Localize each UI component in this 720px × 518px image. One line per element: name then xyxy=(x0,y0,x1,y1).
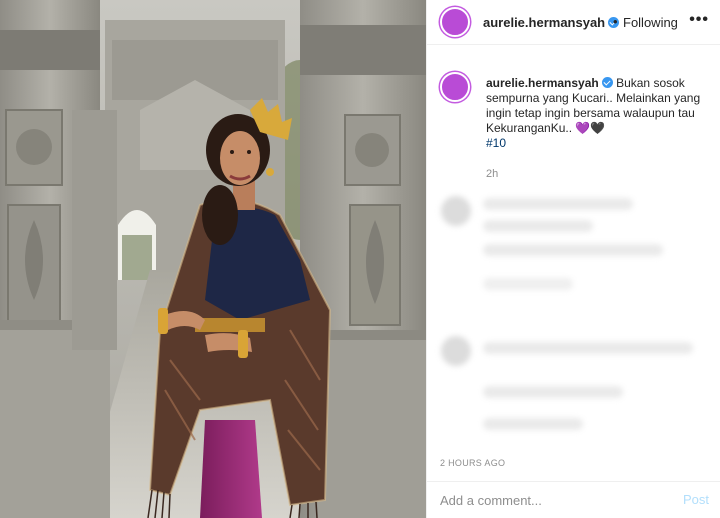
purple-heart-emoji: 💜 xyxy=(575,121,591,135)
blurred-line xyxy=(483,278,573,290)
blurred-line xyxy=(483,342,693,354)
post-image xyxy=(0,0,426,518)
blurred-line xyxy=(483,386,623,398)
more-horizontal-icon[interactable]: ••• xyxy=(689,11,709,29)
header-separator: • xyxy=(613,14,618,29)
comment-input[interactable] xyxy=(440,490,670,510)
blurred-avatar xyxy=(441,336,471,366)
post-header: aurelie.hermansyah • Following ••• xyxy=(427,0,720,45)
caption-text: aurelie.hermansyah Bukan sosok sempurna … xyxy=(486,76,714,151)
post-side-panel: aurelie.hermansyah • Following ••• aurel… xyxy=(426,0,720,518)
comment-bar: Post xyxy=(427,481,720,518)
blurred-line xyxy=(483,244,663,256)
black-heart-emoji: 🖤 xyxy=(590,121,606,135)
post-timestamp: 2 HOURS AGO xyxy=(440,458,506,468)
avatar[interactable] xyxy=(440,7,470,37)
following-button[interactable]: Following xyxy=(623,15,678,30)
verified-badge-icon xyxy=(601,77,613,88)
header-username[interactable]: aurelie.hermansyah xyxy=(483,15,620,30)
caption-time[interactable]: 2h xyxy=(486,168,498,180)
blurred-line xyxy=(483,418,583,430)
blurred-comments xyxy=(437,186,720,454)
caption-avatar[interactable] xyxy=(440,72,470,102)
post-comment-button[interactable]: Post xyxy=(683,492,709,507)
header-username-text[interactable]: aurelie.hermansyah xyxy=(483,15,605,30)
post-photo[interactable] xyxy=(0,0,426,518)
blurred-avatar xyxy=(441,196,471,226)
blurred-line xyxy=(483,198,633,210)
caption-username[interactable]: aurelie.hermansyah xyxy=(486,76,599,90)
hashtag-link[interactable]: #10 xyxy=(486,136,506,150)
blurred-line xyxy=(483,220,593,232)
